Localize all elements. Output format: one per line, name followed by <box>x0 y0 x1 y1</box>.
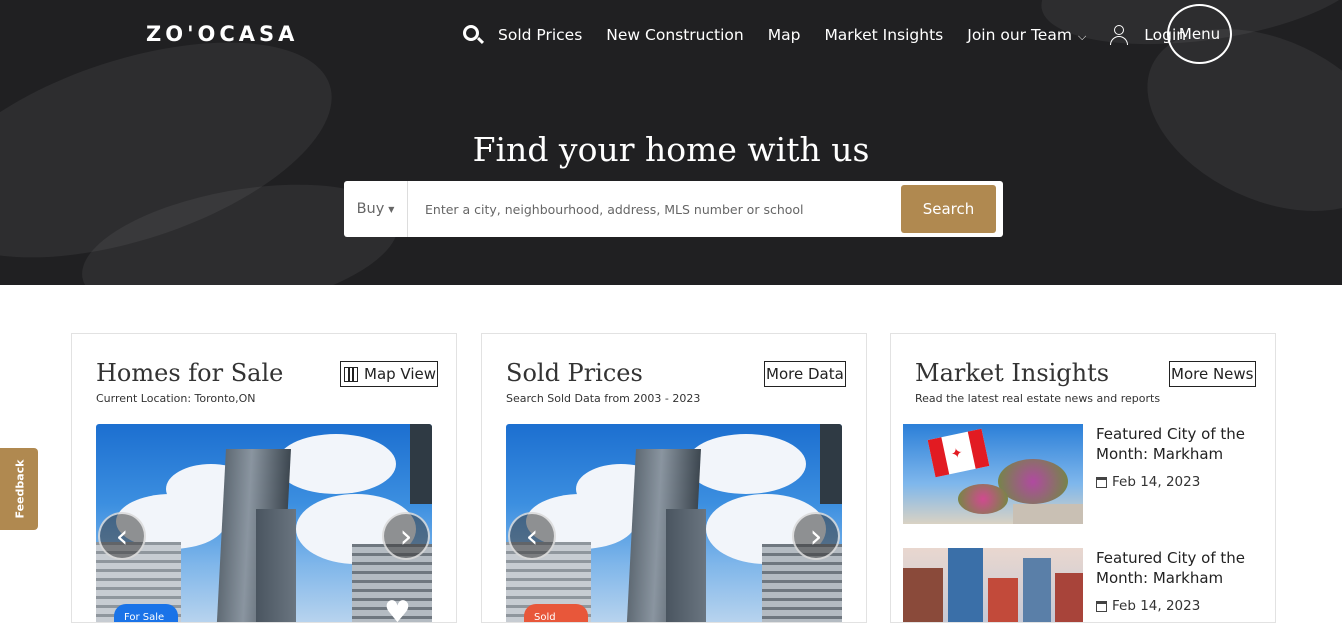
article-thumbnail: ✦ <box>903 424 1083 524</box>
buy-label: Buy <box>356 201 385 217</box>
article-date: Feb 14, 2023 <box>1112 474 1201 490</box>
status-badge: Sold <box>524 604 588 622</box>
building <box>1055 573 1083 622</box>
nav-sold-prices[interactable]: Sold Prices <box>498 26 582 44</box>
homes-for-sale-card: Homes for Sale Current Location: Toronto… <box>71 333 457 623</box>
chevron-down-icon: ⌵ <box>1077 30 1087 43</box>
article-date-row: Feb 14, 2023 <box>1096 474 1200 490</box>
tower <box>256 509 296 622</box>
building <box>410 424 432 504</box>
article-title[interactable]: Featured City of the Month: Markham <box>1096 425 1271 464</box>
building <box>1013 504 1083 524</box>
search-icon[interactable] <box>462 24 485 46</box>
search-input[interactable] <box>408 182 901 236</box>
listing-photo[interactable]: ‹ › For Sale ♥ <box>96 424 432 623</box>
hero-banner: ZO'OCASA Sold Prices New Construction Ma… <box>0 0 1342 285</box>
sold-prices-card: Sold Prices Search Sold Data from 2003 -… <box>481 333 867 623</box>
feedback-label: Feedback <box>13 459 27 519</box>
top-nav: Sold Prices New Construction Map Market … <box>462 0 1210 70</box>
nav-join-our-team[interactable]: Join our Team ⌵ <box>967 26 1086 44</box>
building <box>1023 558 1051 622</box>
calendar-icon <box>1096 476 1107 488</box>
market-insights-card: Market Insights Read the latest real est… <box>890 333 1276 623</box>
cloud <box>686 434 806 494</box>
article-title[interactable]: Featured City of the Month: Markham <box>1096 549 1271 588</box>
building <box>988 578 1018 622</box>
flower-basket <box>998 459 1068 504</box>
more-data-button[interactable]: More Data <box>764 361 846 387</box>
caret-down-icon: ▼ <box>388 204 395 214</box>
article-item[interactable]: Featured City of the Month: Markham Feb … <box>903 548 1263 622</box>
building <box>820 424 842 504</box>
card-title: Sold Prices <box>506 359 643 387</box>
article-date: Feb 14, 2023 <box>1112 598 1201 614</box>
search-bar: Buy▼ Search <box>344 181 1003 237</box>
cloud <box>276 434 396 494</box>
building <box>948 548 983 622</box>
next-arrow-icon[interactable]: › <box>382 512 430 560</box>
flower-basket <box>958 484 1008 514</box>
status-badge: For Sale <box>114 604 178 622</box>
buy-dropdown[interactable]: Buy ▼ <box>344 181 408 237</box>
nav-new-construction[interactable]: New Construction <box>606 26 743 44</box>
nav-map[interactable]: Map <box>768 26 801 44</box>
more-news-button[interactable]: More News <box>1169 361 1256 387</box>
logo[interactable]: ZO'OCASA <box>146 22 298 46</box>
map-icon <box>344 366 358 382</box>
card-subtitle: Search Sold Data from 2003 - 2023 <box>506 392 701 405</box>
card-title: Homes for Sale <box>96 359 284 387</box>
nav-join-label: Join our Team <box>967 26 1072 44</box>
article-item[interactable]: ✦ Featured City of the Month: Markham Fe… <box>903 424 1263 524</box>
article-date-row: Feb 14, 2023 <box>1096 598 1200 614</box>
card-subtitle: Read the latest real estate news and rep… <box>915 392 1161 405</box>
heart-icon[interactable]: ♥ <box>384 598 416 623</box>
user-icon[interactable] <box>1110 25 1129 45</box>
map-view-label: Map View <box>364 365 437 383</box>
feedback-tab[interactable]: Feedback <box>0 448 38 530</box>
article-thumbnail <box>903 548 1083 622</box>
prev-arrow-icon[interactable]: ‹ <box>508 512 556 560</box>
prev-arrow-icon[interactable]: ‹ <box>98 512 146 560</box>
hero-title: Find your home with us <box>472 130 870 169</box>
next-arrow-icon[interactable]: › <box>792 512 840 560</box>
card-subtitle: Current Location: Toronto,ON <box>96 392 256 405</box>
search-button[interactable]: Search <box>901 185 996 233</box>
card-title: Market Insights <box>915 359 1110 387</box>
calendar-icon <box>1096 600 1107 612</box>
menu-button[interactable]: Menu <box>1167 4 1232 64</box>
tower <box>666 509 706 622</box>
listing-photo[interactable]: ‹ › Sold <box>506 424 842 622</box>
map-view-button[interactable]: Map View <box>340 361 439 387</box>
nav-market-insights[interactable]: Market Insights <box>824 26 943 44</box>
